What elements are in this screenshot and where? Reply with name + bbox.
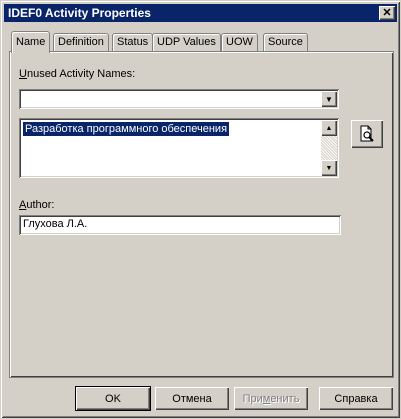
author-value: Глухова Л.А. [23, 218, 88, 230]
document-magnifier-icon [360, 125, 374, 142]
close-button[interactable]: ✕ [379, 6, 395, 20]
title-bar: IDEF0 Activity Properties ✕ [4, 4, 397, 22]
combo-dropdown-button[interactable]: ▼ [321, 91, 337, 107]
tab-uow[interactable]: UOW [221, 33, 258, 51]
author-field[interactable]: Глухова Л.А. [19, 215, 341, 235]
scroll-up-button[interactable]: ▲ [321, 120, 337, 136]
ok-button[interactable]: OK [76, 387, 150, 410]
browse-button[interactable] [351, 120, 383, 148]
window-title: IDEF0 Activity Properties [8, 6, 151, 20]
tab-name[interactable]: Name [11, 31, 51, 53]
tab-source[interactable]: Source [263, 33, 308, 51]
author-label: Author: [19, 199, 55, 211]
tab-status[interactable]: Status [112, 33, 154, 51]
apply-button[interactable]: При м енить [234, 387, 308, 410]
help-button[interactable]: Справка [319, 387, 393, 410]
list-scrollbar[interactable]: ▲ ▼ [321, 120, 337, 176]
chevron-down-icon: ▼ [325, 164, 333, 172]
properties-dialog: IDEF0 Activity Properties ✕ Name Definit… [0, 0, 401, 419]
scroll-track[interactable] [321, 136, 337, 160]
scroll-down-button[interactable]: ▼ [321, 160, 337, 176]
unused-names-label: Unused Activity Names: [19, 68, 136, 80]
unused-names-combo[interactable]: ▼ [19, 89, 339, 109]
chevron-up-icon: ▲ [325, 124, 333, 132]
tab-definition[interactable]: Definition [53, 33, 109, 51]
chevron-down-icon: ▼ [325, 94, 333, 104]
close-icon: ✕ [382, 6, 392, 19]
list-item-selected[interactable]: Разработка программного обеспечения [23, 122, 230, 136]
cancel-button[interactable]: Отмена [155, 387, 229, 410]
activity-name-list[interactable]: Разработка программного обеспечения ▲ ▼ [19, 118, 339, 178]
tab-udp-values[interactable]: UDP Values [152, 33, 221, 51]
